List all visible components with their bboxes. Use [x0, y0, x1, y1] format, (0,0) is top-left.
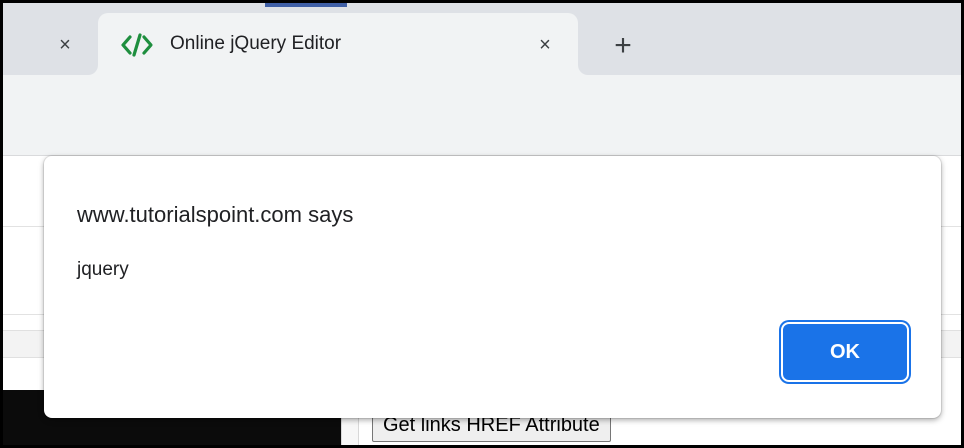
tab-title: Online jQuery Editor: [170, 33, 342, 54]
tab-strip-accent: [265, 3, 347, 7]
tab-strip: × Online jQuery Editor × +: [3, 3, 961, 75]
dialog-title: www.tutorialspoint.com says: [77, 202, 354, 227]
new-tab-button[interactable]: +: [606, 29, 640, 63]
dialog-message: jquery: [77, 259, 129, 280]
browser-toolbar: [3, 75, 961, 156]
browser-window: × Online jQuery Editor × + Get links HRE…: [0, 0, 964, 448]
ok-button[interactable]: OK: [781, 322, 909, 382]
code-brackets-icon: [121, 33, 153, 57]
close-icon[interactable]: ×: [50, 30, 80, 60]
tab-online-jquery-editor[interactable]: Online jQuery Editor ×: [98, 13, 578, 75]
alert-dialog: www.tutorialspoint.com says jquery OK: [44, 156, 941, 418]
tab-close-icon[interactable]: ×: [530, 30, 560, 60]
